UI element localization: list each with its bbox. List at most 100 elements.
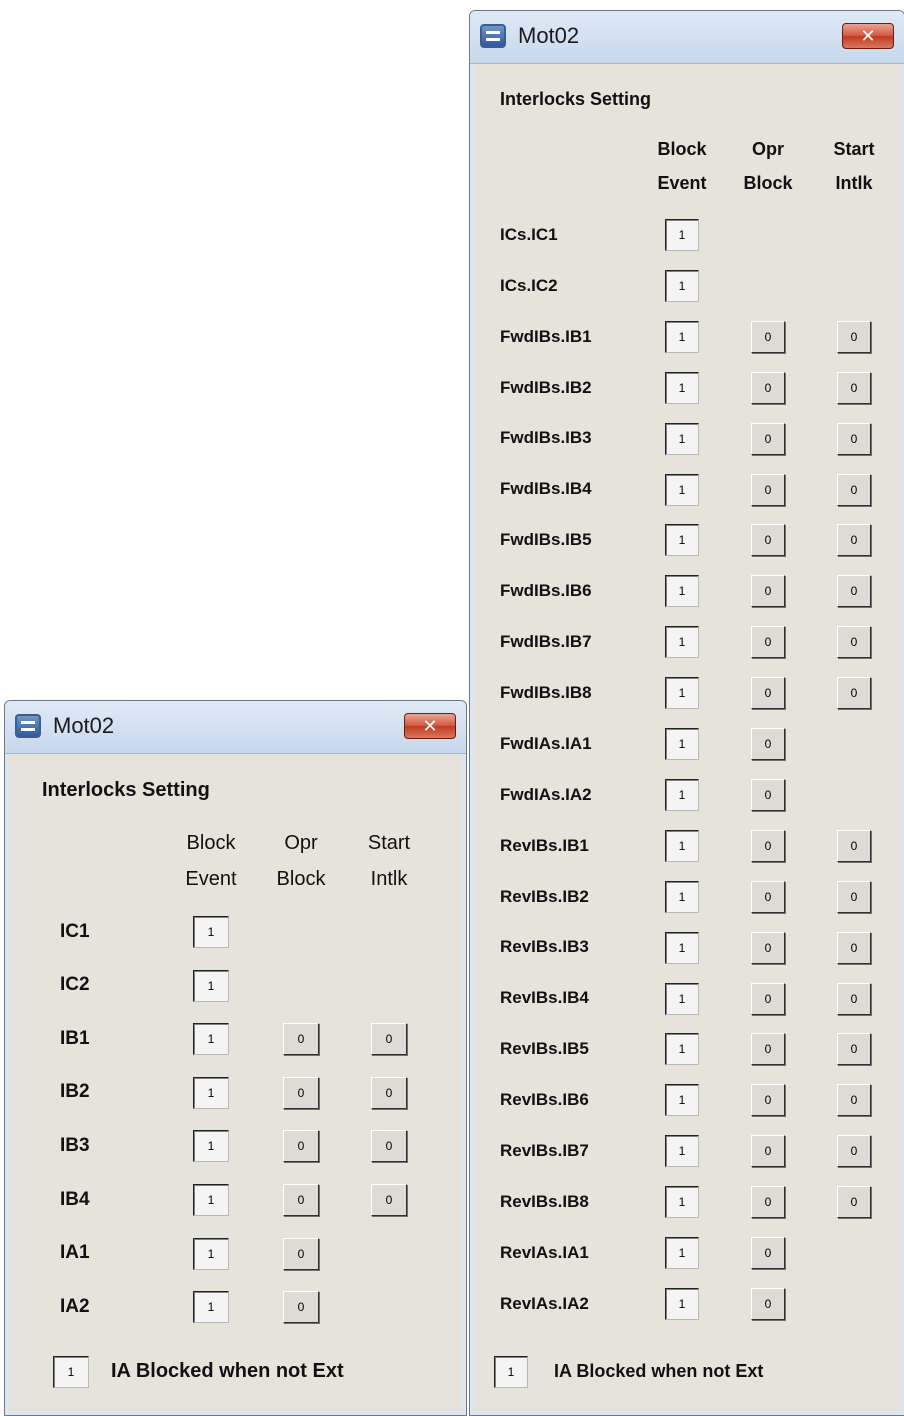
block-event-field[interactable]: 1 (665, 320, 699, 353)
row-label: FwdIBs.IB1 (500, 326, 592, 346)
small-window-titlebar[interactable]: Mot02 ✕ (5, 701, 466, 754)
row-label: RevIBs.IB7 (500, 1141, 589, 1160)
block-event-field[interactable]: 1 (665, 982, 699, 1015)
opr-block-button[interactable]: 0 (751, 982, 785, 1015)
start-intlk-button[interactable]: 0 (837, 982, 871, 1015)
opr-block-button[interactable]: 0 (751, 1135, 785, 1168)
row-label: RevIBs.IB8 (500, 1191, 589, 1211)
close-button[interactable]: ✕ (404, 713, 456, 739)
block-event-field[interactable]: 1 (665, 829, 699, 862)
opr-block-button[interactable]: 0 (283, 1076, 319, 1109)
start-intlk-button[interactable]: 0 (371, 1023, 407, 1056)
start-intlk-button[interactable]: 0 (837, 931, 871, 964)
block-event-field[interactable]: 1 (665, 575, 699, 608)
opr-block-button[interactable]: 0 (751, 626, 785, 659)
start-intlk-button[interactable]: 0 (837, 1135, 871, 1168)
start-intlk-button[interactable]: 0 (837, 1084, 871, 1117)
block-event-field[interactable]: 1 (665, 1033, 699, 1066)
row-label: RevIAs.IA1 (500, 1242, 589, 1262)
opr-block-button[interactable]: 0 (283, 1184, 319, 1216)
large-window-titlebar[interactable]: Mot02 ✕ (470, 11, 904, 64)
block-event-field[interactable]: 1 (665, 473, 699, 506)
opr-block-button[interactable]: 0 (751, 1033, 785, 1066)
start-intlk-button[interactable]: 0 (371, 1184, 407, 1216)
opr-block-button[interactable]: 0 (751, 422, 785, 455)
block-event-field[interactable]: 1 (193, 969, 229, 1002)
opr-block-button[interactable]: 0 (751, 677, 785, 710)
row-label: RevIBs.IB2 (500, 886, 589, 906)
block-event-field[interactable]: 1 (665, 626, 699, 659)
block-event-field[interactable]: 1 (193, 1023, 229, 1056)
opr-block-button[interactable]: 0 (283, 1023, 319, 1056)
start-intlk-button[interactable]: 0 (837, 473, 871, 506)
ia-blocked-field[interactable]: 1 (53, 1356, 89, 1388)
block-event-field[interactable]: 1 (193, 1076, 229, 1109)
opr-block-button[interactable]: 0 (751, 524, 785, 557)
block-event-field[interactable]: 1 (193, 916, 229, 948)
start-intlk-button[interactable]: 0 (837, 422, 871, 455)
block-event-field[interactable]: 1 (665, 1287, 699, 1320)
start-intlk-button[interactable]: 0 (837, 1033, 871, 1066)
window-title: Mot02 (53, 713, 115, 738)
start-intlk-button[interactable]: 0 (371, 1076, 407, 1109)
opr-block-button[interactable]: 0 (751, 1287, 785, 1320)
opr-block-button[interactable]: 0 (751, 371, 785, 404)
block-event-field[interactable]: 1 (665, 1237, 699, 1269)
block-event-field[interactable]: 1 (193, 1130, 229, 1163)
opr-block-button[interactable]: 0 (751, 575, 785, 608)
column-header-start-intlk: Intlk (370, 868, 408, 890)
block-event-field[interactable]: 1 (665, 1135, 699, 1168)
block-event-field[interactable]: 1 (665, 677, 699, 710)
block-event-field[interactable]: 1 (665, 880, 699, 913)
block-event-field[interactable]: 1 (665, 524, 699, 557)
start-intlk-button[interactable]: 0 (837, 524, 871, 557)
start-intlk-button[interactable]: 0 (837, 829, 871, 862)
block-event-field[interactable]: 1 (665, 422, 699, 455)
block-event-field[interactable]: 1 (193, 1184, 229, 1216)
start-intlk-button[interactable]: 0 (837, 626, 871, 659)
row-label: FwdIBs.IB4 (500, 479, 592, 499)
start-intlk-button[interactable]: 0 (837, 1186, 871, 1219)
block-event-field[interactable]: 1 (665, 778, 699, 811)
row-label: RevIAs.IA2 (500, 1293, 589, 1313)
section-heading: Interlocks Setting (500, 89, 652, 109)
block-event-field[interactable]: 1 (665, 931, 699, 964)
block-event-field[interactable]: 1 (665, 371, 699, 404)
start-intlk-button[interactable]: 0 (837, 371, 871, 404)
block-event-field[interactable]: 1 (665, 728, 699, 760)
opr-block-button[interactable]: 0 (751, 728, 785, 760)
app-icon (15, 714, 41, 738)
block-event-field[interactable]: 1 (193, 1291, 229, 1324)
row-label: FwdIBs.IB8 (500, 682, 592, 702)
opr-block-button[interactable]: 0 (283, 1237, 319, 1270)
ia-blocked-label: IA Blocked when not Ext (111, 1360, 344, 1382)
opr-block-button[interactable]: 0 (751, 880, 785, 913)
opr-block-button[interactable]: 0 (751, 1084, 785, 1117)
opr-block-button[interactable]: 0 (283, 1130, 319, 1163)
opr-block-button[interactable]: 0 (751, 473, 785, 506)
start-intlk-button[interactable]: 0 (837, 880, 871, 913)
row-label: FwdIAs.IA2 (500, 784, 592, 804)
large-window: Mot02 ✕ Interlocks Setting Block Event Opr B… (469, 10, 904, 1416)
ia-blocked-field[interactable]: 1 (494, 1356, 528, 1388)
opr-block-button[interactable]: 0 (751, 829, 785, 862)
start-intlk-button[interactable]: 0 (837, 677, 871, 710)
close-button[interactable]: ✕ (842, 23, 894, 49)
row-label: IB3 (60, 1135, 90, 1156)
block-event-field[interactable]: 1 (665, 1186, 699, 1219)
opr-block-button[interactable]: 0 (751, 1237, 785, 1269)
opr-block-button[interactable]: 0 (751, 778, 785, 811)
opr-block-button[interactable]: 0 (751, 1186, 785, 1219)
block-event-field[interactable]: 1 (665, 219, 699, 251)
block-event-field[interactable]: 1 (665, 1084, 699, 1117)
opr-block-button[interactable]: 0 (751, 320, 785, 353)
opr-block-button[interactable]: 0 (751, 931, 785, 964)
opr-block-button[interactable]: 0 (283, 1291, 319, 1324)
row-label: FwdIBs.IB2 (500, 377, 592, 397)
start-intlk-button[interactable]: 0 (837, 575, 871, 608)
block-event-field[interactable]: 1 (193, 1237, 229, 1270)
block-event-field[interactable]: 1 (665, 269, 699, 302)
start-intlk-button[interactable]: 0 (837, 320, 871, 353)
row-label: FwdIBs.IB6 (500, 581, 592, 601)
start-intlk-button[interactable]: 0 (371, 1130, 407, 1163)
